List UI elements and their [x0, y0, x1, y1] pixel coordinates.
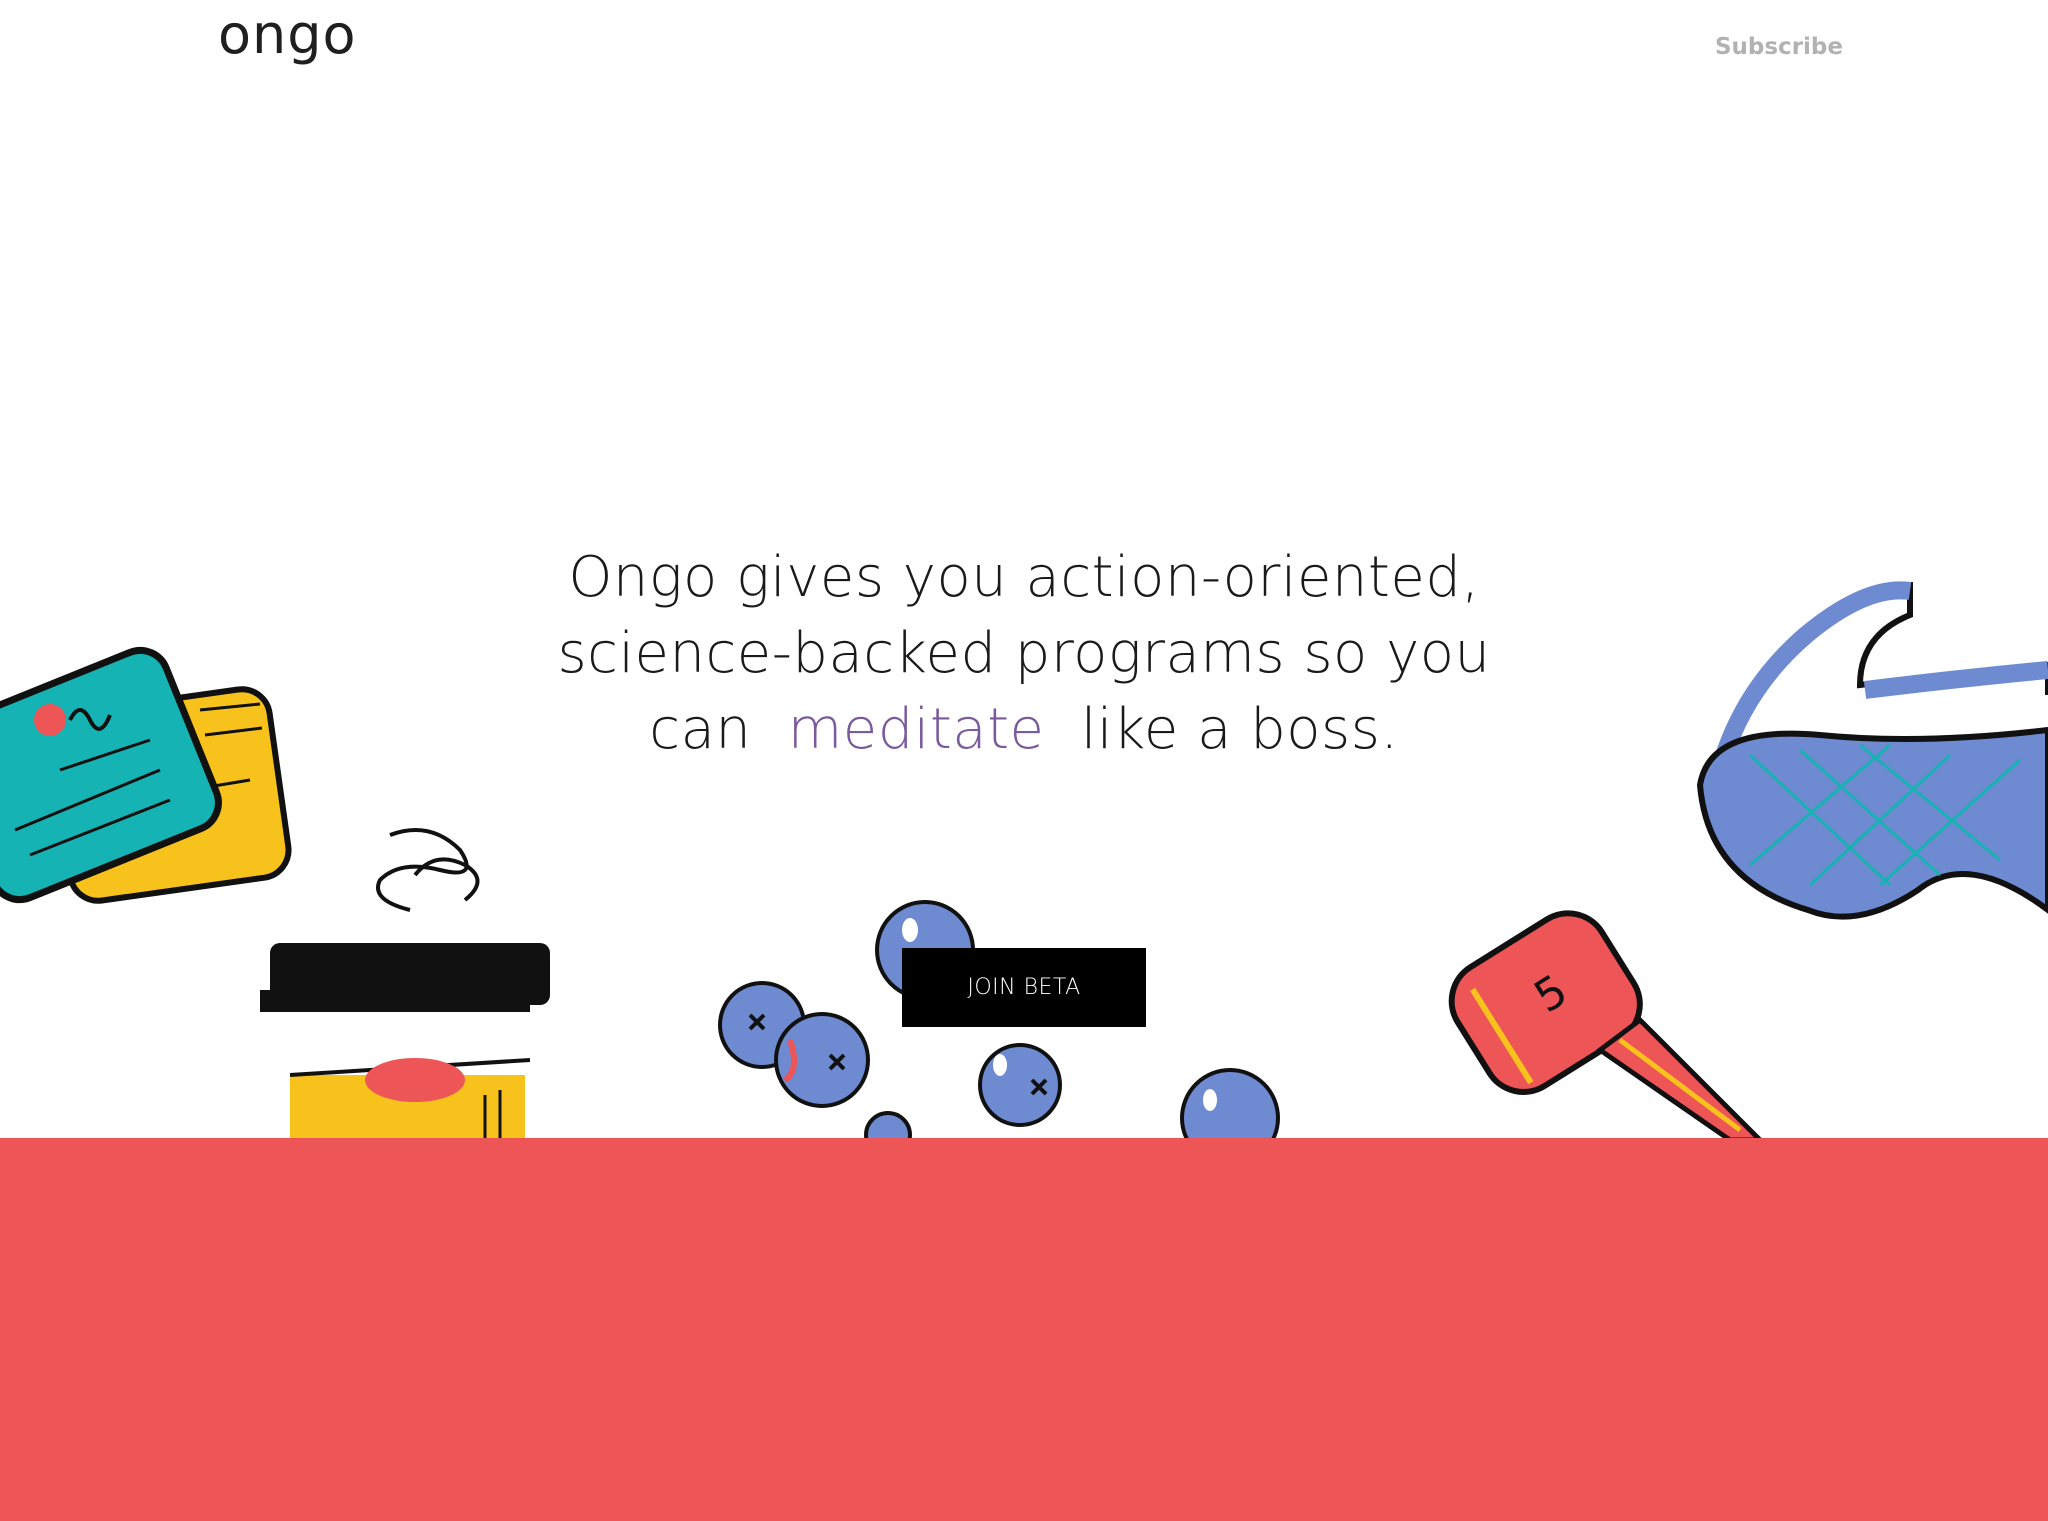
headline-line-3-end: like a boss.: [1080, 697, 1399, 762]
rotating-highlight-word: meditate: [787, 697, 1045, 762]
hero-headline: Ongo gives you action-oriented, science-…: [424, 540, 1624, 768]
ongo-logo[interactable]: ongo: [218, 8, 357, 62]
subscribe-link[interactable]: Subscribe: [1715, 34, 1843, 60]
coffee-cup-illustration: [260, 828, 550, 1145]
landing-page: ongo Subscribe 5 Ongo gives you action-o…: [0, 0, 2048, 1521]
headline-line-2: science-backed programs so you: [557, 621, 1491, 686]
join-beta-button[interactable]: JOIN BETA: [902, 948, 1146, 1027]
dumbbell-handle: [1595, 1016, 1767, 1143]
headline-line-3: can meditate like a boss.: [424, 692, 1624, 768]
credit-cards-illustration: [0, 646, 292, 904]
footer-color-band: [0, 1138, 2048, 1521]
sleep-mask-illustration: [1696, 581, 2048, 920]
headline-line-3-start: can: [649, 697, 752, 762]
headline-line-1: Ongo gives you action-oriented,: [568, 545, 1480, 610]
